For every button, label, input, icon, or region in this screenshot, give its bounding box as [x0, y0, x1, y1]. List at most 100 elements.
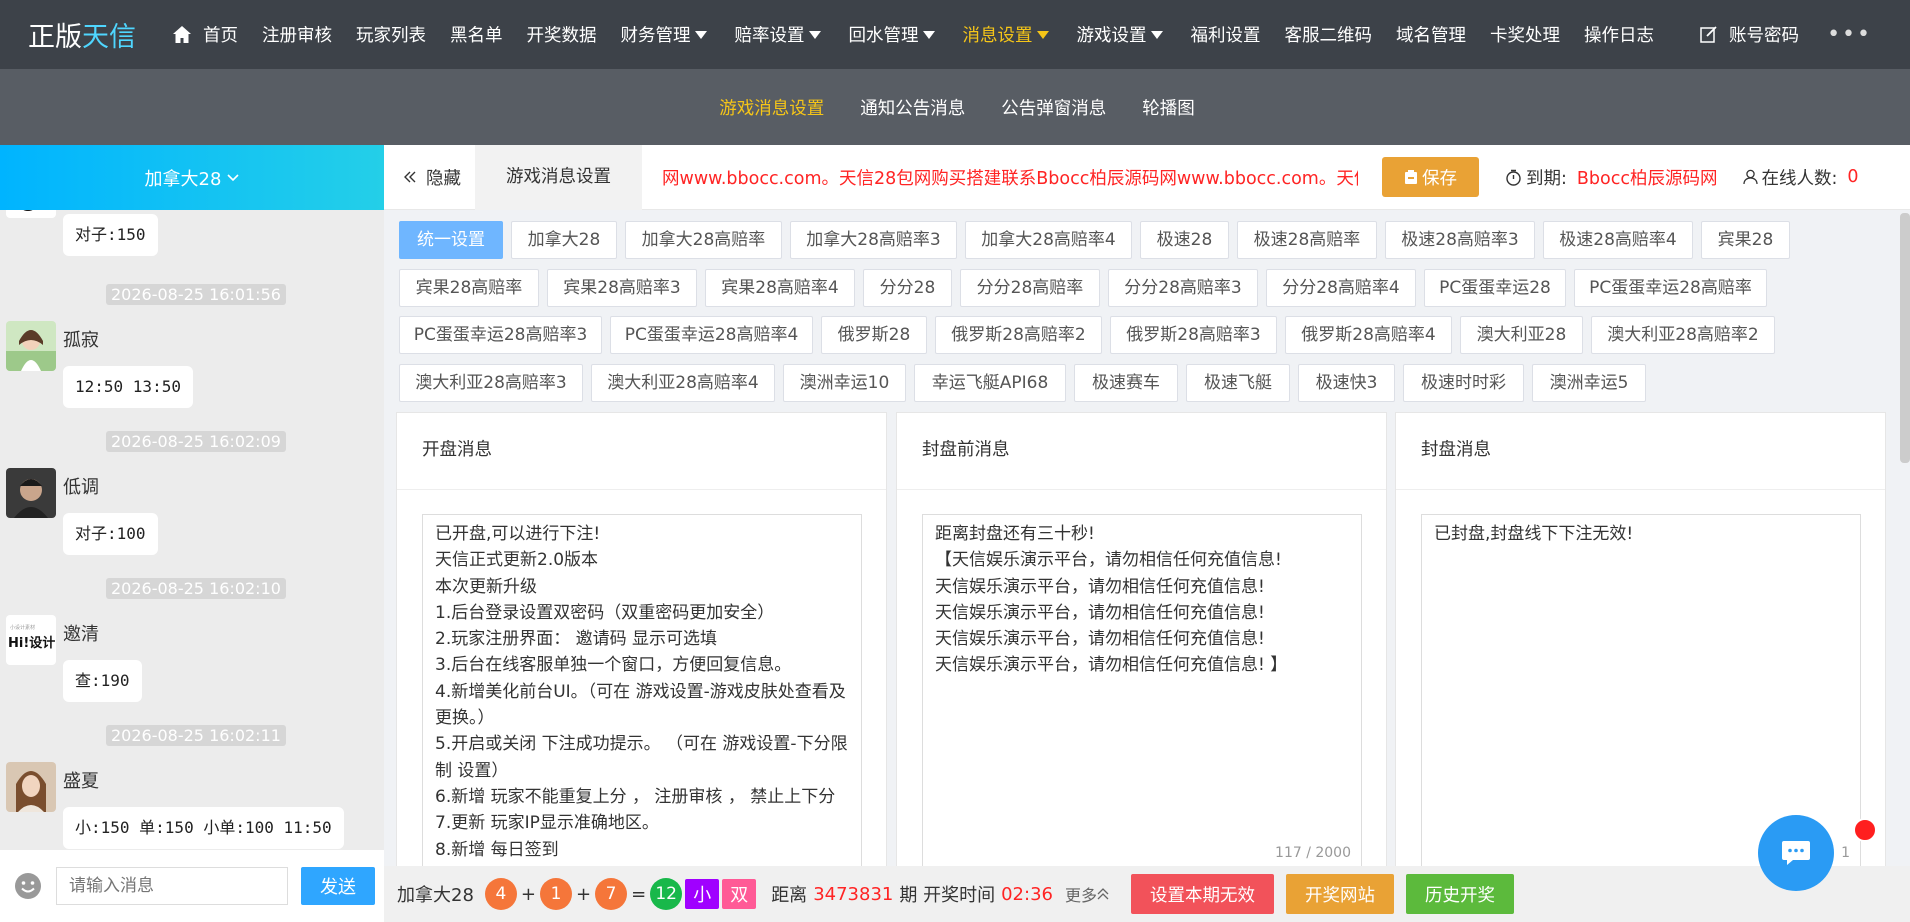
game-tag-button[interactable]: 幸运飞艇API68: [914, 363, 1066, 402]
game-tag-button[interactable]: 俄罗斯28高赔率4: [1285, 316, 1452, 354]
sender-name: 盛夏: [63, 771, 99, 792]
game-tag-button[interactable]: 极速赛车: [1074, 363, 1178, 402]
game-tag-button[interactable]: 澳大利亚28: [1460, 316, 1583, 354]
save-icon: [1405, 169, 1417, 184]
subnav-item[interactable]: 轮播图: [1142, 95, 1195, 120]
nav-item-label: 福利设置: [1190, 26, 1261, 46]
game-tag-button[interactable]: 极速时时彩: [1403, 363, 1524, 402]
nav-item[interactable]: 首页: [157, 0, 250, 69]
game-tag-button[interactable]: 加拿大28高赔率3: [790, 221, 957, 259]
game-tag-button[interactable]: 加拿大28高赔率4: [965, 221, 1132, 259]
marquee-notice: 网www.bbocc.com。天信28包网购买搭建联系Bbocc柏辰源码网www…: [662, 168, 1358, 189]
nav-item[interactable]: 玩家列表: [344, 0, 438, 69]
nav-item[interactable]: 注册审核: [250, 0, 344, 69]
subnav-item[interactable]: 公告弹窗消息: [1001, 95, 1106, 120]
nav-item[interactable]: 赔率设置: [723, 0, 837, 69]
nav-item[interactable]: 消息设置: [951, 0, 1065, 69]
chat-message-list[interactable]: 对子:150 2026-08-25 16:01:56 孤寂 12:50 13:50 2…: [0, 210, 384, 850]
game-tag-button[interactable]: 极速28高赔率: [1237, 221, 1377, 259]
nav-item[interactable]: 黑名单: [438, 0, 515, 69]
game-tag-button[interactable]: PC蛋蛋幸运28: [1424, 268, 1566, 307]
online-value: 0: [1847, 167, 1859, 187]
nav-item[interactable]: 财务管理: [609, 0, 723, 69]
game-tag-button[interactable]: 宾果28高赔率: [399, 268, 539, 307]
nav-item[interactable]: 账号密码: [1684, 0, 1811, 69]
nav-item[interactable]: 客服二维码: [1273, 0, 1385, 69]
subnav-item[interactable]: 通知公告消息: [860, 95, 965, 120]
more-toggle[interactable]: 更多: [1065, 882, 1109, 906]
game-tag-button[interactable]: 加拿大28高赔率: [625, 221, 782, 259]
avatar: [6, 468, 56, 518]
nav-item-label: 开奖数据: [526, 26, 597, 46]
chat-bubble: 对子:150: [63, 214, 158, 256]
lottery-selector[interactable]: 加拿大28: [0, 145, 384, 210]
brand-part1: 正版: [28, 22, 82, 53]
game-tag-button[interactable]: 澳洲幸运5: [1532, 363, 1646, 402]
chat-panel: 加拿大28 对子:150 2026-08-25 16:01:56 孤寂 12:50 …: [0, 145, 384, 922]
nav-item[interactable]: 开奖数据: [515, 0, 609, 69]
game-tag-button[interactable]: 澳洲幸运10: [783, 363, 906, 402]
game-tag-button[interactable]: 统一设置: [399, 221, 503, 259]
history-draws-button[interactable]: 历史开奖: [1405, 874, 1514, 914]
nav-item[interactable]: 福利设置: [1179, 0, 1273, 69]
game-tag-button[interactable]: 澳大利亚28高赔率3: [399, 363, 583, 402]
content-header: 隐藏 游戏消息设置 网www.bbocc.com。天信28包网购买搭建联系Bbo…: [384, 144, 1910, 210]
result-parity-badge: 双: [722, 879, 757, 909]
send-button[interactable]: 发送: [301, 867, 375, 905]
game-tag-button[interactable]: PC蛋蛋幸运28高赔率4: [610, 316, 813, 354]
game-tag-button[interactable]: 极速快3: [1298, 363, 1395, 402]
game-tag-button[interactable]: 极速28高赔率3: [1385, 221, 1535, 259]
result-ball: 7: [595, 878, 628, 910]
game-tag-button[interactable]: 极速28: [1140, 221, 1229, 259]
nav-item[interactable]: 域名管理: [1384, 0, 1478, 69]
chevron-down-icon: [227, 173, 240, 181]
brand-logo[interactable]: 正版天信: [0, 15, 157, 54]
game-tag-button[interactable]: 俄罗斯28: [821, 316, 927, 354]
caret-down-icon: [808, 30, 821, 39]
emoji-icon[interactable]: [14, 872, 42, 900]
game-tag-button[interactable]: 极速飞艇: [1186, 363, 1290, 402]
caret-down-icon: [922, 30, 935, 39]
game-tag-button[interactable]: PC蛋蛋幸运28高赔率3: [399, 316, 602, 354]
caret-down-icon: [694, 30, 707, 39]
nav-menu: 首页 注册审核 玩家列表 黑名单 开奖数据 财务管理 赔率设置 回水管理 消息设置 游戏设置 福利设…: [157, 0, 1811, 69]
customer-chat-button[interactable]: [1758, 815, 1834, 891]
more-menu-icon[interactable]: •••: [1827, 22, 1872, 47]
nav-item[interactable]: 回水管理: [837, 0, 951, 69]
save-button[interactable]: 保存: [1382, 157, 1479, 197]
tab-current-page[interactable]: 游戏消息设置: [475, 144, 642, 210]
game-tag-button[interactable]: 宾果28高赔率4: [705, 268, 855, 307]
game-tag-button[interactable]: 极速28高赔率4: [1543, 221, 1693, 259]
subnav-item[interactable]: 游戏消息设置: [719, 95, 824, 120]
result-sum-ball: 12: [650, 878, 683, 910]
game-tag-button[interactable]: 加拿大28: [511, 221, 617, 259]
draw-result-bar: 加拿大28 4 + 1 + 7 = 12 小 双 距离 3473831 期 开奖…: [384, 866, 1910, 922]
game-tag-button[interactable]: 分分28高赔率4: [1266, 268, 1416, 307]
nav-item[interactable]: 卡奖处理: [1478, 0, 1572, 69]
game-tag-button[interactable]: 澳大利亚28高赔率4: [591, 363, 775, 402]
nav-item[interactable]: 游戏设置: [1065, 0, 1179, 69]
scrollbar[interactable]: [1900, 213, 1910, 463]
game-tag-button[interactable]: PC蛋蛋幸运28高赔率: [1574, 268, 1767, 307]
lottery-site-button[interactable]: 开奖网站: [1285, 874, 1394, 914]
svg-text:Hi!设计: Hi!设计: [8, 635, 55, 651]
game-tag-button[interactable]: 分分28: [863, 268, 952, 307]
game-tag-button[interactable]: 俄罗斯28高赔率2: [935, 316, 1102, 354]
nav-item-label: 回水管理: [848, 26, 919, 46]
game-tag-button[interactable]: 宾果28: [1701, 221, 1790, 259]
home-icon: [173, 26, 191, 43]
more-label: 更多: [1064, 886, 1097, 905]
user-icon: [1743, 169, 1759, 185]
message-timestamp: 2026-08-25 16:02:11: [106, 725, 286, 746]
chat-message-input[interactable]: [56, 867, 288, 905]
message-textarea[interactable]: 已开盘,可以进行下注! 天信正式更新2.0版本 本次更新升级 1.后台登录设置双…: [422, 514, 862, 914]
game-tag-button[interactable]: 俄罗斯28高赔率3: [1110, 316, 1277, 354]
game-tag-button[interactable]: 澳大利亚28高赔率2: [1591, 316, 1775, 354]
set-period-invalid-button[interactable]: 设置本期无效: [1130, 874, 1274, 914]
nav-item[interactable]: 操作日志: [1572, 0, 1666, 69]
game-tag-button[interactable]: 宾果28高赔率3: [547, 268, 697, 307]
game-tag-button[interactable]: 分分28高赔率: [960, 268, 1100, 307]
period-number: 3473831: [813, 883, 894, 905]
game-tag-button[interactable]: 分分28高赔率3: [1108, 268, 1258, 307]
hide-sidebar-button[interactable]: 隐藏: [384, 145, 475, 210]
